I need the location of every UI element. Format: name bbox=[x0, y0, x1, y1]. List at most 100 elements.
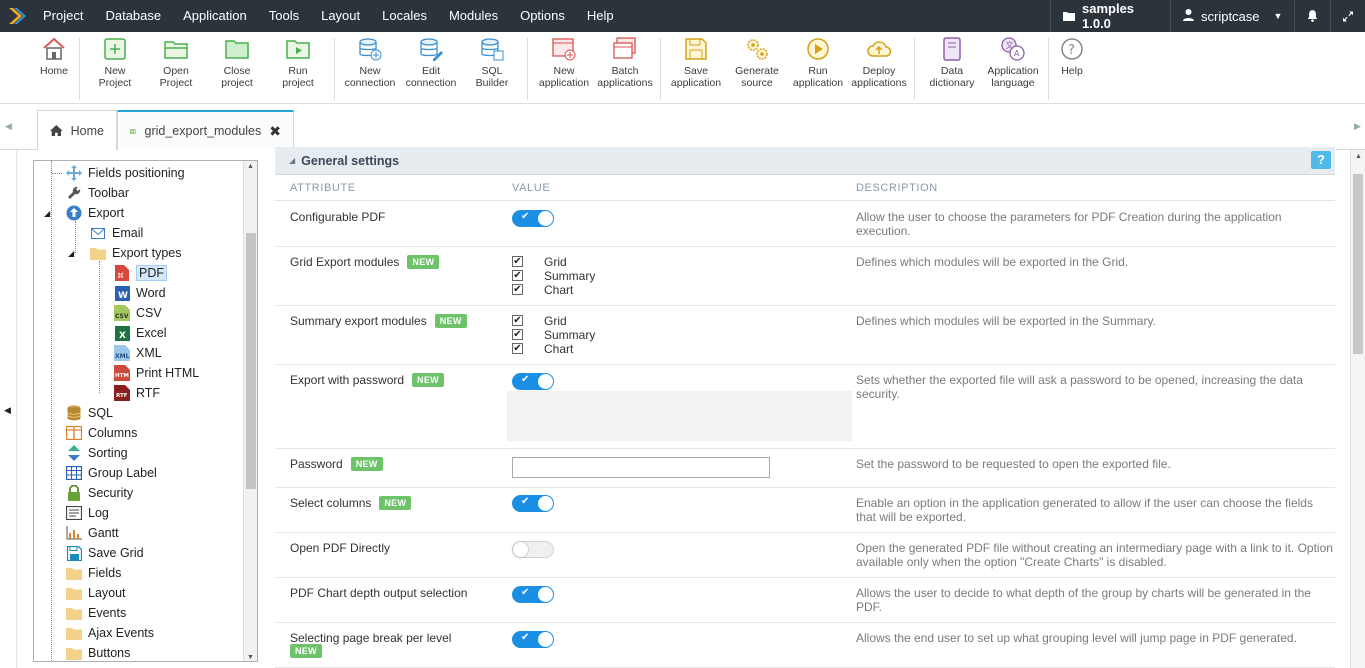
generate-source-button[interactable]: Generate source bbox=[726, 32, 788, 89]
menu-database[interactable]: Database bbox=[94, 0, 172, 32]
tree-panel: Fields positioning Toolbar ◢ Export Email… bbox=[33, 160, 258, 662]
run-application-button[interactable]: Run application bbox=[787, 32, 849, 89]
open-folder-icon bbox=[164, 41, 188, 59]
tabs-scroll-left-icon[interactable]: ◀ bbox=[5, 121, 12, 132]
tree-item-buttons[interactable]: Buttons bbox=[50, 643, 130, 661]
tree-item-gantt[interactable]: Gantt bbox=[50, 523, 119, 543]
project-selector[interactable]: samples 1.0.0 bbox=[1050, 0, 1170, 32]
tree-item-export-types[interactable]: ◢ Export types bbox=[68, 243, 181, 263]
section-header[interactable]: ◢ General settings ? bbox=[275, 147, 1335, 175]
pdf-chart-depth-toggle[interactable]: ✔ bbox=[512, 586, 554, 603]
table-icon bbox=[66, 465, 82, 481]
collapse-left-icon[interactable]: ◀ bbox=[4, 405, 11, 416]
sort-icon bbox=[66, 445, 82, 461]
scroll-down-icon[interactable]: ▼ bbox=[247, 654, 254, 661]
tree-item-log[interactable]: Log bbox=[50, 503, 109, 523]
attribute-label: Summary export modules bbox=[290, 314, 427, 328]
menu-options[interactable]: Options bbox=[509, 0, 576, 32]
notifications-button[interactable] bbox=[1294, 0, 1330, 32]
menu-modules[interactable]: Modules bbox=[438, 0, 509, 32]
sidebar-collapse-strip[interactable]: ◀ bbox=[0, 150, 17, 668]
tab-home[interactable]: Home bbox=[37, 110, 117, 150]
setting-row-page-break-per-level: Selecting page break per level NEW ✔ All… bbox=[275, 623, 1335, 668]
menu-project[interactable]: Project bbox=[32, 0, 94, 32]
tree-item-security[interactable]: Security bbox=[50, 483, 133, 503]
select-columns-toggle[interactable]: ✔ bbox=[512, 495, 554, 512]
application-language-button[interactable]: 文A Application language bbox=[982, 32, 1044, 89]
batch-applications-label: Batch applications bbox=[597, 65, 653, 89]
tree-item-save-grid[interactable]: Save Grid bbox=[50, 543, 144, 563]
password-input[interactable] bbox=[512, 457, 770, 478]
scroll-up-icon[interactable]: ▲ bbox=[1355, 153, 1362, 160]
tree-scrollbar[interactable]: ▲ ▼ bbox=[243, 161, 257, 661]
new-application-button[interactable]: New application bbox=[533, 32, 595, 89]
page-break-per-level-toggle[interactable]: ✔ bbox=[512, 631, 554, 648]
deploy-applications-button[interactable]: Deploy applications bbox=[848, 32, 910, 89]
tree-item-print-html[interactable]: HTM Print HTML bbox=[98, 363, 199, 383]
close-icon[interactable]: ✖ bbox=[269, 123, 281, 140]
tree-item-layout[interactable]: Layout bbox=[50, 583, 126, 603]
menu-layout[interactable]: Layout bbox=[310, 0, 371, 32]
new-project-icon bbox=[104, 38, 126, 60]
menu-locales[interactable]: Locales bbox=[371, 0, 438, 32]
sql-builder-label: SQL Builder bbox=[475, 65, 509, 89]
tree-item-email[interactable]: Email bbox=[74, 223, 143, 243]
home-button[interactable]: Home bbox=[23, 32, 85, 77]
tree-scrollbar-thumb[interactable] bbox=[246, 233, 256, 489]
scriptcase-logo-icon[interactable] bbox=[0, 0, 32, 32]
batch-applications-button[interactable]: Batch applications bbox=[594, 32, 656, 89]
export-with-password-toggle[interactable]: ✔ bbox=[512, 373, 554, 390]
close-project-button[interactable]: Close project bbox=[206, 32, 268, 89]
save-application-button[interactable]: Save application bbox=[665, 32, 727, 89]
edit-connection-button[interactable]: Edit connection bbox=[400, 32, 462, 89]
tree-item-fields[interactable]: Fields bbox=[50, 563, 121, 583]
main-scrollbar[interactable]: ▲ bbox=[1350, 150, 1365, 668]
menu-application[interactable]: Application bbox=[172, 0, 258, 32]
tree-item-csv[interactable]: CSV CSV bbox=[98, 303, 162, 323]
tree-item-sorting[interactable]: Sorting bbox=[50, 443, 128, 463]
language-icon: 文A bbox=[1001, 37, 1025, 61]
tree-item-xml[interactable]: XML XML bbox=[98, 343, 162, 363]
tree-item-word[interactable]: W Word bbox=[98, 283, 166, 303]
open-pdf-directly-toggle[interactable] bbox=[512, 541, 554, 558]
col-attribute: ATTRIBUTE bbox=[290, 182, 356, 194]
scroll-up-icon[interactable]: ▲ bbox=[247, 163, 254, 170]
collapse-triangle-icon: ◢ bbox=[289, 156, 296, 165]
wrench-icon bbox=[66, 185, 82, 201]
data-dictionary-button[interactable]: Data dictionary bbox=[921, 32, 983, 89]
tree-item-fields-positioning[interactable]: Fields positioning bbox=[50, 163, 185, 183]
help-button[interactable]: ? Help bbox=[1041, 32, 1103, 77]
new-connection-button[interactable]: New connection bbox=[339, 32, 401, 89]
tree-item-ajax-events[interactable]: Ajax Events bbox=[50, 623, 154, 643]
help-question-button[interactable]: ? bbox=[1311, 151, 1331, 169]
col-description: DESCRIPTION bbox=[856, 182, 938, 194]
new-project-button[interactable]: New Project bbox=[84, 32, 146, 89]
main-scrollbar-thumb[interactable] bbox=[1353, 174, 1363, 354]
tab-bar: ◀ Home grid_export_modules ✖ ▶ bbox=[0, 104, 1365, 150]
run-project-button[interactable]: Run project bbox=[267, 32, 329, 89]
new-connection-label: New connection bbox=[344, 65, 396, 89]
tree-item-sql[interactable]: SQL bbox=[50, 403, 113, 423]
sql-builder-button[interactable]: SQL Builder bbox=[461, 32, 523, 89]
generate-source-label: Generate source bbox=[735, 65, 779, 89]
svg-text:X: X bbox=[119, 331, 126, 341]
tabs-scroll-right-icon[interactable]: ▶ bbox=[1354, 121, 1361, 132]
tree-item-events[interactable]: Events bbox=[50, 603, 126, 623]
open-project-button[interactable]: Open Project bbox=[145, 32, 207, 89]
tree-item-export[interactable]: ◢ Export bbox=[44, 203, 124, 223]
menu-help[interactable]: Help bbox=[576, 0, 625, 32]
data-dictionary-label: Data dictionary bbox=[929, 65, 975, 89]
book-icon bbox=[943, 37, 961, 61]
fullscreen-button[interactable] bbox=[1330, 0, 1365, 32]
configurable-pdf-toggle[interactable]: ✔ bbox=[512, 210, 554, 227]
tree-item-toolbar[interactable]: Toolbar bbox=[50, 183, 129, 203]
setting-row-open-pdf-directly: Open PDF Directly Open the generated PDF… bbox=[275, 533, 1335, 578]
tree-item-columns[interactable]: Columns bbox=[50, 423, 137, 443]
tree-item-excel[interactable]: X Excel bbox=[98, 323, 167, 343]
user-menu[interactable]: scriptcase ▼ bbox=[1170, 0, 1294, 32]
tab-grid-export-modules[interactable]: grid_export_modules ✖ bbox=[117, 110, 294, 150]
menu-tools[interactable]: Tools bbox=[258, 0, 310, 32]
tree-item-rtf[interactable]: RTF RTF bbox=[98, 383, 160, 403]
tree-item-group-label[interactable]: Group Label bbox=[50, 463, 157, 483]
tree-item-pdf[interactable]: ⌘ PDF bbox=[98, 263, 167, 283]
